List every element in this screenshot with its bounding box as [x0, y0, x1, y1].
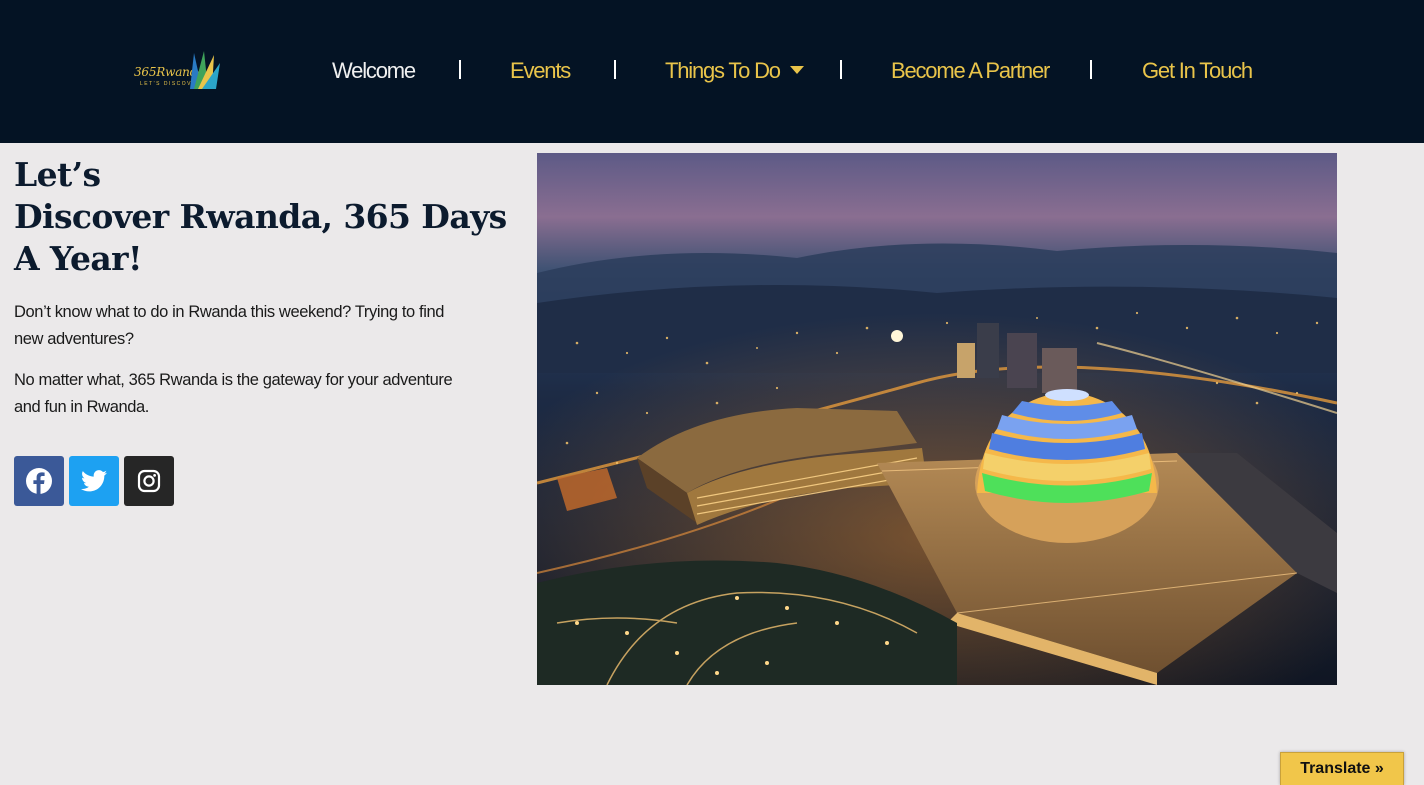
site-header: 365Rwanda LET'S DISCOVER Welcome Events … [0, 0, 1424, 143]
hero-title-line-1: Let’s [14, 155, 101, 194]
nav-get-in-touch[interactable]: Get In Touch [1142, 55, 1253, 87]
instagram-button[interactable] [124, 456, 174, 506]
hero-title: Let’s Discover Rwanda, 365 Days A Year! [14, 154, 507, 280]
logo-fan-icon [190, 51, 220, 89]
hero-title-line-2: Discover Rwanda, 365 Days [14, 197, 507, 236]
nav-separator [840, 60, 842, 79]
twitter-button[interactable] [69, 456, 119, 506]
hero-paragraph-1: Don’t know what to do in Rwanda this wee… [14, 303, 445, 348]
hero-title-line-3: A Year! [14, 239, 142, 278]
nav-separator [1090, 60, 1092, 79]
nav-events[interactable]: Events [510, 55, 571, 87]
site-logo[interactable]: 365Rwanda LET'S DISCOVER [134, 47, 220, 93]
nav-things-to-do-label: Things To Do [665, 58, 781, 83]
hero-paragraph-2: No matter what, 365 Rwanda is the gatewa… [14, 371, 453, 416]
nav-welcome[interactable]: Welcome [332, 55, 416, 87]
nav-separator [614, 60, 616, 79]
translate-button[interactable]: Translate » [1280, 752, 1404, 785]
nav-become-a-partner[interactable]: Become A Partner [891, 55, 1050, 87]
caret-down-icon [789, 66, 804, 75]
nav-separator [459, 60, 461, 79]
twitter-icon [81, 470, 107, 492]
instagram-icon [137, 469, 161, 493]
nav-things-to-do[interactable]: Things To Do [665, 55, 804, 87]
facebook-icon [26, 468, 52, 494]
facebook-button[interactable] [14, 456, 64, 506]
hero-image-kigali-convention-centre [537, 153, 1337, 685]
